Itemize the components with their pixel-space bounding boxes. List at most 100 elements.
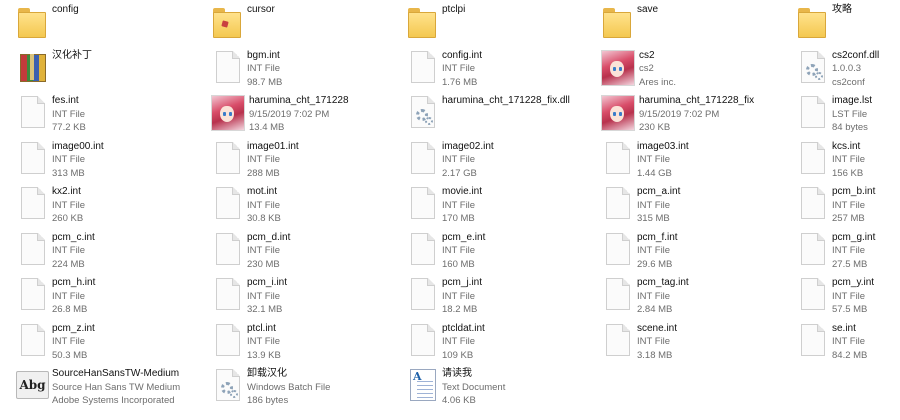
file-icon [406, 277, 438, 313]
file-item-details: 卸载汉化 Windows Batch File 186 bytes [247, 366, 330, 408]
file-name: pcm_b.int [832, 186, 876, 197]
file-name: pcm_f.int [637, 231, 678, 243]
file-type: Text Document [442, 381, 506, 393]
file-item[interactable]: pcm_h.int INT File 26.8 MB [16, 275, 211, 319]
file-item[interactable]: 汉化补丁 [16, 48, 211, 92]
file-icon [796, 95, 828, 131]
file-type: INT File [637, 154, 671, 165]
file-item[interactable]: bgm.int INT File 98.7 MB [211, 48, 406, 92]
file-type: INT File [637, 336, 671, 347]
file-item[interactable]: harumina_cht_171228_fix 9/15/2019 7:02 PM… [601, 93, 796, 137]
file-item-details: mot.int INT File 30.8 KB [247, 184, 281, 226]
file-item[interactable]: pcm_j.int INT File 18.2 MB [406, 275, 601, 319]
file-item-details: 汉化补丁 [52, 48, 92, 63]
file-item[interactable]: A 请读我 Text Document 4.06 KB [406, 366, 601, 410]
file-type: INT File [247, 154, 281, 165]
file-name: image.lst [832, 95, 873, 106]
file-item[interactable]: movie.int INT File 170 MB [406, 184, 601, 228]
file-name: movie.int [442, 186, 483, 197]
file-type: INT File [247, 290, 281, 302]
file-item[interactable]: kcs.int INT File 156 KB [796, 139, 900, 183]
file-size: 32.1 MB [247, 304, 283, 315]
file-item[interactable]: pcm_z.int INT File 50.3 MB [16, 321, 211, 365]
file-item[interactable]: config.int INT File 1.76 MB [406, 48, 601, 92]
file-size: 109 KB [442, 349, 474, 361]
file-icon [211, 277, 243, 313]
file-item[interactable]: save [601, 2, 796, 46]
file-item[interactable]: image01.int INT File 288 MB [211, 139, 406, 183]
file-size: 288 MB [247, 167, 280, 179]
file-icon [406, 323, 438, 359]
file-item-details: pcm_h.int INT File 26.8 MB [52, 275, 95, 317]
file-icon [16, 232, 48, 268]
file-item[interactable]: harumina_cht_171228_fix.dll [406, 93, 601, 137]
file-item[interactable]: pcm_f.int INT File 29.6 MB [601, 230, 796, 274]
file-icon [16, 323, 48, 359]
file-item[interactable]: image00.int INT File 313 MB [16, 139, 211, 183]
file-item[interactable]: ptcl.int INT File 13.9 KB [211, 321, 406, 365]
file-icon [796, 323, 828, 359]
file-item[interactable]: se.int INT File 84.2 MB [796, 321, 900, 365]
file-item[interactable]: harumina_cht_171228 9/15/2019 7:02 PM 13.4… [211, 93, 406, 137]
file-size: 170 MB [442, 213, 475, 224]
file-size: 257 MB [832, 213, 865, 224]
file-size: 26.8 MB [52, 304, 88, 315]
file-icon [211, 232, 243, 268]
file-item[interactable]: scene.int INT File 3.18 MB [601, 321, 796, 365]
file-type: INT File [247, 245, 281, 256]
file-size: 13.9 KB [247, 349, 281, 361]
file-item[interactable]: cs2 cs2 Ares inc. [601, 48, 796, 92]
file-type: INT File [442, 154, 476, 165]
file-item[interactable]: image02.int INT File 2.17 GB [406, 139, 601, 183]
file-item[interactable]: Abg SourceHanSansTW-Medium Source Han Sans… [16, 366, 211, 410]
file-item-details: image03.int INT File 1.44 GB [637, 139, 689, 181]
file-item-details: pcm_z.int INT File 50.3 MB [52, 321, 95, 363]
file-name: harumina_cht_171228_fix.dll [442, 95, 570, 106]
file-item[interactable]: cursor [211, 2, 406, 46]
file-item[interactable]: pcm_tag.int INT File 2.84 MB [601, 275, 796, 319]
gear-file-icon [796, 50, 828, 86]
file-item[interactable]: pcm_d.int INT File 230 MB [211, 230, 406, 274]
file-item-details: ptcl.int INT File 13.9 KB [247, 321, 281, 363]
file-item[interactable]: 攻略 [796, 2, 900, 46]
file-item-details: movie.int INT File 170 MB [442, 184, 482, 226]
file-name: config [52, 4, 79, 15]
file-item[interactable]: image.lst LST File 84 bytes [796, 93, 900, 137]
file-item[interactable]: image03.int INT File 1.44 GB [601, 139, 796, 183]
file-item[interactable]: pcm_c.int INT File 224 MB [16, 230, 211, 274]
file-item[interactable]: pcm_g.int INT File 27.5 MB [796, 230, 900, 274]
file-type: INT File [442, 290, 476, 302]
file-name: pcm_g.int [832, 231, 876, 243]
font-file-icon: Abg [16, 369, 49, 401]
file-item[interactable]: pcm_e.int INT File 160 MB [406, 230, 601, 274]
file-type: 9/15/2019 7:02 PM [249, 108, 330, 120]
file-type: cs2 [639, 63, 654, 74]
file-item[interactable]: ptcldat.int INT File 109 KB [406, 321, 601, 365]
file-size: cs2conf [832, 76, 865, 88]
file-name: image01.int [247, 140, 299, 152]
file-icon [601, 186, 633, 222]
file-item[interactable]: 卸载汉化 Windows Batch File 186 bytes [211, 366, 406, 410]
file-icon [211, 50, 243, 86]
file-size: 84 bytes [832, 122, 868, 133]
file-item[interactable]: pcm_b.int INT File 257 MB [796, 184, 900, 228]
file-icon [406, 186, 438, 222]
file-item[interactable]: cs2conf.dll 1.0.0.3 cs2conf [796, 48, 900, 92]
file-type: INT File [832, 245, 866, 256]
file-size: 29.6 MB [637, 258, 673, 270]
file-item[interactable]: kx2.int INT File 260 KB [16, 184, 211, 228]
file-item[interactable]: pcm_a.int INT File 315 MB [601, 184, 796, 228]
file-name: pcm_z.int [52, 322, 95, 334]
file-item[interactable]: ptclpi [406, 2, 601, 46]
file-item[interactable]: pcm_i.int INT File 32.1 MB [211, 275, 406, 319]
file-item[interactable]: mot.int INT File 30.8 KB [211, 184, 406, 228]
file-size: 260 KB [52, 213, 84, 224]
file-item[interactable]: config [16, 2, 211, 46]
anime-thumbnail-icon [601, 49, 635, 86]
file-type: INT File [832, 154, 866, 165]
file-item[interactable]: fes.int INT File 77.2 KB [16, 93, 211, 137]
file-item[interactable]: pcm_y.int INT File 57.5 MB [796, 275, 900, 319]
file-name: kcs.int [832, 140, 861, 152]
file-size: 156 KB [832, 167, 864, 179]
file-size: 50.3 MB [52, 349, 88, 361]
